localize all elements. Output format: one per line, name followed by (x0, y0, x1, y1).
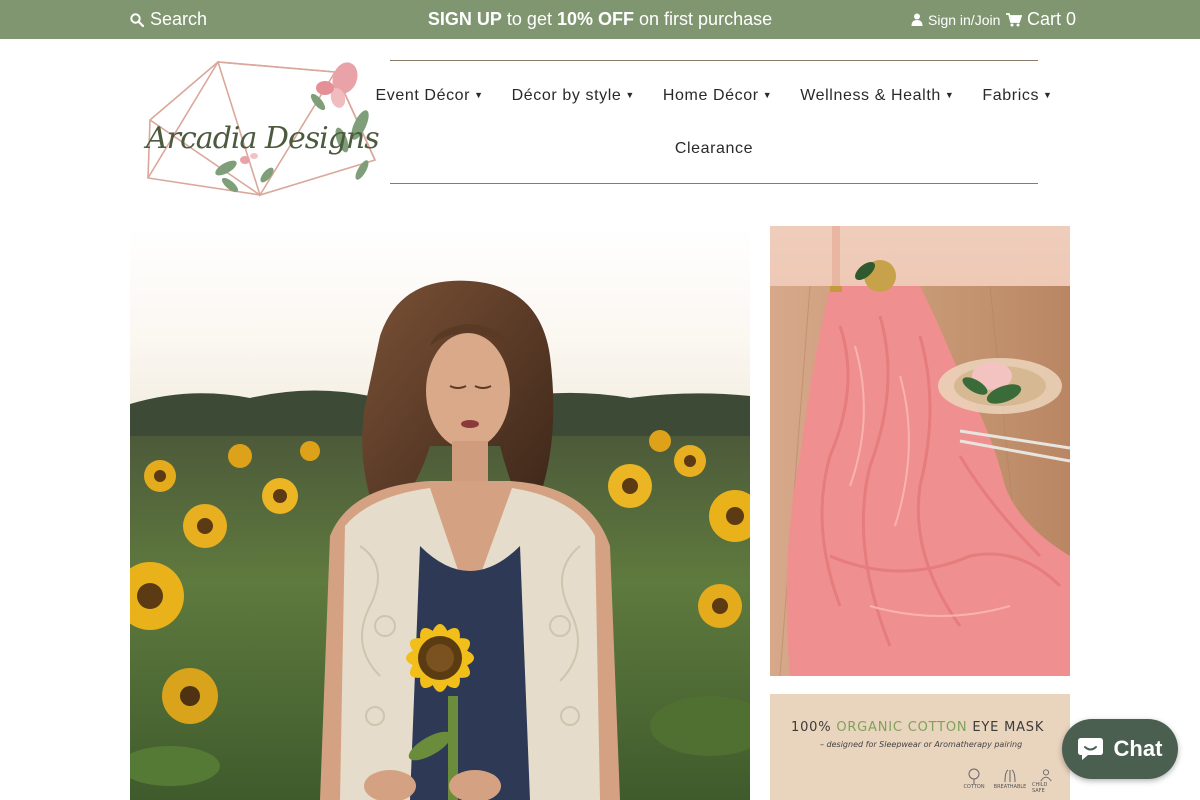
nav-item-decor-by-style[interactable]: Décor by style ▼ (498, 87, 649, 105)
eye-mask-promo-image[interactable]: 100% ORGANIC COTTON EYE MASK – designed … (770, 694, 1070, 800)
chevron-down-icon: ▼ (474, 90, 484, 100)
arcadia-designs-logo: Arcadia Designs (130, 50, 385, 208)
main-navigation: Event Décor ▼ Décor by style ▼ Home Déco… (375, 60, 1052, 184)
announcement-bar: Search SIGN UP to get 10% OFF on first p… (0, 0, 1200, 39)
hero-banner-image[interactable] (130, 226, 750, 800)
cart-icon (1006, 12, 1022, 26)
nav-item-fabrics[interactable]: Fabrics ▼ (968, 87, 1066, 105)
chevron-down-icon: ▼ (944, 90, 955, 100)
child-safe-icon (1040, 769, 1052, 782)
chat-label: Chat (1113, 736, 1163, 761)
nav-item-home-decor[interactable]: Home Décor ▼ (649, 87, 786, 105)
signup-link[interactable]: SIGN UP (428, 9, 502, 29)
sunflower-field-photo (130, 226, 750, 800)
sign-in-label: Sign in/Join (928, 11, 1001, 28)
eye-mask-headline: 100% ORGANIC COTTON EYE MASK (791, 720, 1045, 735)
chevron-down-icon: ▼ (1043, 90, 1053, 100)
breathable-badge: BREATHABLE (994, 768, 1026, 794)
eye-mask-badges: COTTON BREATHABLE CHILD SAFE (960, 768, 1060, 794)
eye-mask-subtitle: – designed for Sleepwear or Aromatherapy… (820, 740, 1023, 749)
search-link[interactable]: Search (130, 0, 207, 39)
search-icon (130, 12, 144, 27)
cart-link[interactable]: Cart 0 (1006, 0, 1076, 39)
cart-count: 0 (1066, 9, 1077, 29)
nav-row-secondary: Clearance (390, 140, 1038, 158)
site-logo[interactable]: Arcadia Designs (130, 50, 385, 208)
user-icon (911, 13, 923, 26)
chat-bubble-icon (1077, 738, 1103, 760)
nav-item-event-decor[interactable]: Event Décor ▼ (361, 87, 497, 105)
chevron-down-icon: ▼ (762, 90, 773, 100)
cheesecloth-runner-photo (770, 226, 1070, 676)
chevron-down-icon: ▼ (625, 90, 635, 100)
cotton-icon (968, 768, 980, 784)
sign-in-link[interactable]: Sign in/Join (911, 0, 1000, 39)
nav-item-clearance[interactable]: Clearance (661, 140, 767, 158)
cotton-badge: COTTON (960, 768, 988, 794)
nav-item-wellness-health[interactable]: Wellness & Health ▼ (786, 87, 968, 105)
chat-button[interactable]: Chat (1062, 719, 1178, 779)
search-label: Search (150, 9, 208, 29)
child-safe-badge: CHILD SAFE (1032, 768, 1060, 794)
nav-row: Event Décor ▼ Décor by style ▼ Home Déco… (375, 87, 1052, 105)
breathable-icon (1004, 769, 1016, 783)
cart-label: Cart (1027, 9, 1062, 29)
table-runner-promo-image[interactable] (770, 226, 1070, 676)
logo-wordmark: Arcadia Designs (143, 121, 379, 156)
